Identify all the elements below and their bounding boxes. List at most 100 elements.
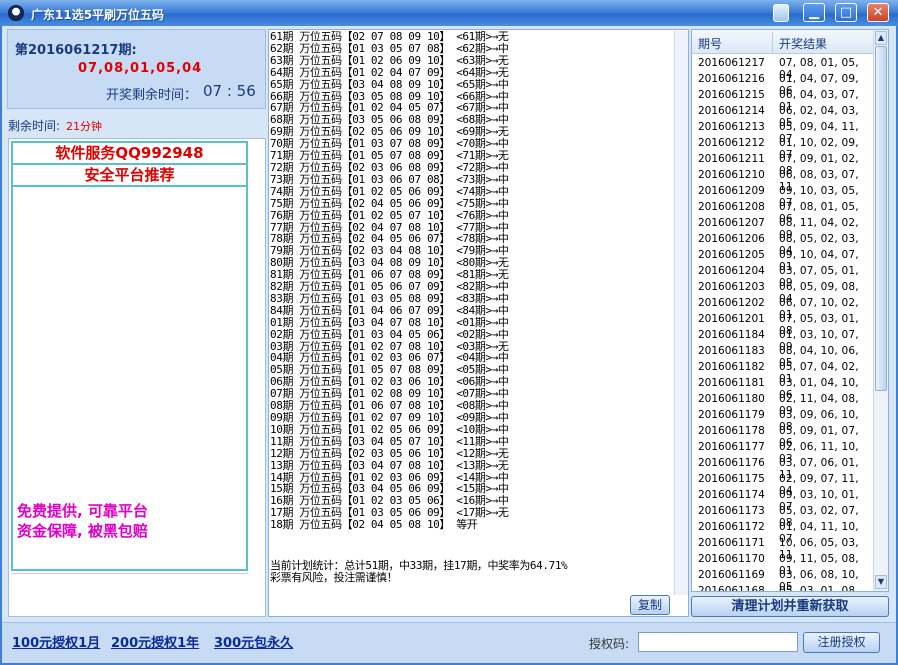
log-line: 18期 万位五码【02 04 05 08 10】 等开 [270,518,478,532]
table-row[interactable]: 2016061174 09, 03, 10, 01, 07 [692,487,873,513]
ad-bottom-area [11,573,248,613]
plan-log-lines[interactable]: 61期 万位五码【02 07 08 09 10】 <61期>→无 62期 万位五码… [270,31,673,551]
table-row[interactable]: 2016061213 05, 09, 04, 11, 07 [692,119,873,145]
table-scrollbar[interactable]: ▲ ▼ [873,30,888,591]
table-row[interactable]: 2016061170 09, 11, 05, 08, 01 [692,551,873,577]
period-cell: 2016061216 [698,73,765,85]
table-row[interactable]: 2016061208 07, 08, 01, 05, 06 [692,199,873,225]
period-cell: 2016061202 [698,297,765,309]
remaining-time-value: 21分钟 [66,120,102,133]
copy-button[interactable]: 复制 [630,595,670,615]
table-row[interactable]: 2016061212 01, 10, 02, 09, 07 [692,135,873,161]
table-row[interactable]: 2016061181 03, 01, 04, 10, 06 [692,375,873,401]
license-code-input[interactable] [638,632,798,652]
risk-warning: 彩票有风险，投注需谨慎！ [270,571,398,584]
promo-text[interactable]: 免费提供, 可靠平台 资金保障, 被黑包赔 [17,501,148,541]
period-cell: 2016061214 [698,105,765,117]
column-header-period[interactable]: 期号 [698,35,722,52]
period-cell: 2016061206 [698,233,765,245]
title-bar[interactable]: 广东11选5平刷万位五码 ▁ □ ✕ [0,0,898,26]
log-line: 01期 万位五码【03 04 07 08 10】 <01期>→中 [270,315,509,329]
log-line: 65期 万位五码【03 04 08 09 10】 <65期>→中 [270,77,509,91]
table-row[interactable]: 2016061211 07, 09, 01, 02, 08 [692,151,873,177]
table-row[interactable]: 2016061168 05, 03, 01, 08, 07 [692,583,873,592]
service-qq-banner[interactable]: 软件服务QQ992948 [13,143,246,165]
license-1-month-link[interactable]: 100元授权1月 [12,632,100,651]
table-row[interactable]: 2016061206 08, 05, 02, 03, 04 [692,231,873,257]
window-title: 广东11选5平刷万位五码 [31,8,165,22]
period-cell: 2016061209 [698,185,765,197]
table-row[interactable]: 2016061182 05, 07, 04, 02, 01 [692,359,873,385]
period-cell: 2016061201 [698,313,765,325]
countdown-label: 开奖剩余时间： [106,88,198,103]
table-row[interactable]: 2016061180 02, 11, 04, 08, 09 [692,391,873,417]
table-row[interactable]: 2016061177 02, 06, 11, 10, 03 [692,439,873,465]
table-row[interactable]: 2016061203 06, 05, 09, 08, 04 [692,279,873,305]
table-row[interactable]: 2016061183 08, 04, 10, 06, 05 [692,343,873,369]
period-cell: 2016061168 [698,585,765,592]
log-line: 12期 万位五码【02 03 05 06 10】 <12期>→无 [270,446,509,460]
log-line: 13期 万位五码【03 04 07 08 10】 <13期>→无 [270,458,509,472]
log-line: 76期 万位五码【01 02 05 07 10】 <76期>→中 [270,208,509,222]
ad-frame[interactable]: 软件服务QQ992948 安全平台推荐 免费提供, 可靠平台 资金保障, 被黑包… [11,141,248,571]
column-header-result[interactable]: 开奖结果 [779,35,827,52]
table-row[interactable]: 2016061171 10, 06, 05, 03, 11 [692,535,873,561]
platform-recommend-banner[interactable]: 安全平台推荐 [13,165,246,187]
table-row[interactable]: 2016061215 06, 04, 03, 07, 01 [692,87,873,113]
period-cell: 2016061175 [698,473,765,485]
table-row[interactable]: 2016061172 01, 04, 11, 10, 07 [692,519,873,545]
maximize-button[interactable]: □ [835,3,857,22]
table-row[interactable]: 2016061175 02, 09, 07, 11, 04 [692,471,873,497]
table-row[interactable]: 2016061209 09, 10, 03, 05, 07 [692,183,873,209]
plan-log-panel[interactable]: 61期 万位五码【02 07 08 09 10】 <61期>→无 62期 万位五码… [268,29,689,617]
minimize-button[interactable]: ▁ [803,3,825,22]
period-cell: 2016061172 [698,521,765,533]
table-row[interactable]: 2016061216 01, 04, 07, 09, 06 [692,71,873,97]
table-row[interactable]: 2016061205 09, 10, 04, 07, 01 [692,247,873,273]
column-divider[interactable] [772,32,773,52]
period-cell: 2016061207 [698,217,765,229]
log-scrollbar[interactable] [674,31,688,595]
period-cell: 2016061180 [698,393,765,405]
period-cell: 2016061178 [698,425,765,437]
register-button[interactable]: 注册授权 [803,632,880,653]
table-row[interactable]: 2016061204 03, 07, 05, 01, 09 [692,263,873,289]
license-code-label: 授权码: [589,637,630,651]
table-row[interactable]: 2016061169 03, 06, 08, 10, 05 [692,567,873,591]
scroll-down-arrow-icon[interactable]: ▼ [875,575,887,589]
period-title: 第2016061217期: [15,43,137,58]
close-button[interactable]: ✕ [867,3,889,22]
period-cell: 2016061173 [698,505,765,517]
table-row[interactable]: 2016061176 03, 07, 06, 01, 11 [692,455,873,481]
table-row[interactable]: 2016061173 05, 03, 02, 07, 08 [692,503,873,529]
table-row[interactable]: 2016061202 06, 07, 10, 02, 01 [692,295,873,321]
period-cell: 2016061183 [698,345,765,357]
log-line: 64期 万位五码【01 02 04 07 09】 <64期>→无 [270,65,509,79]
table-row[interactable]: 2016061179 03, 09, 06, 10, 08 [692,407,873,433]
table-row[interactable]: 2016061217 07, 08, 01, 05, 04 [692,55,873,81]
table-row[interactable]: 2016061178 05, 09, 01, 07, 06 [692,423,873,449]
countdown-time: 07 : 56 [203,82,256,100]
period-cell: 2016061210 [698,169,765,181]
skin-icon[interactable] [773,4,789,22]
period-cell: 2016061181 [698,377,765,389]
results-table[interactable]: 期号 开奖结果 2016061217 07, 08, 01, 05, 04 2016… [691,29,889,592]
reset-plan-button[interactable]: 清理计划并重新获取 [691,596,889,617]
scroll-thumb[interactable] [875,46,887,391]
table-row[interactable]: 2016061184 01, 03, 10, 07, 09 [692,327,873,353]
table-row[interactable]: 2016061210 06, 08, 03, 07, 11 [692,167,873,193]
period-cell: 2016061204 [698,265,765,277]
license-1-year-link[interactable]: 200元授权1年 [111,632,199,651]
remaining-time-label: 剩余时间: [8,119,61,133]
table-row[interactable]: 2016061207 08, 11, 04, 02, 09 [692,215,873,241]
table-row[interactable]: 2016061201 07, 05, 03, 01, 08 [692,311,873,337]
log-line: 75期 万位五码【02 04 05 06 09】 <75期>→中 [270,196,509,210]
scroll-up-arrow-icon[interactable]: ▲ [875,31,887,45]
period-cell: 2016061182 [698,361,765,373]
license-bar: 100元授权1月 200元授权1年 300元包永久 授权码: 注册授权 [2,622,896,663]
current-period-panel: 第2016061217期: 07,08,01,05,04 开奖剩余时间： 07 … [7,29,266,109]
license-forever-link[interactable]: 300元包永久 [214,632,293,651]
promo-line-2: 资金保障, 被黑包赔 [17,522,148,540]
period-cell: 2016061213 [698,121,765,133]
table-row[interactable]: 2016061214 06, 02, 04, 03, 05 [692,103,873,129]
